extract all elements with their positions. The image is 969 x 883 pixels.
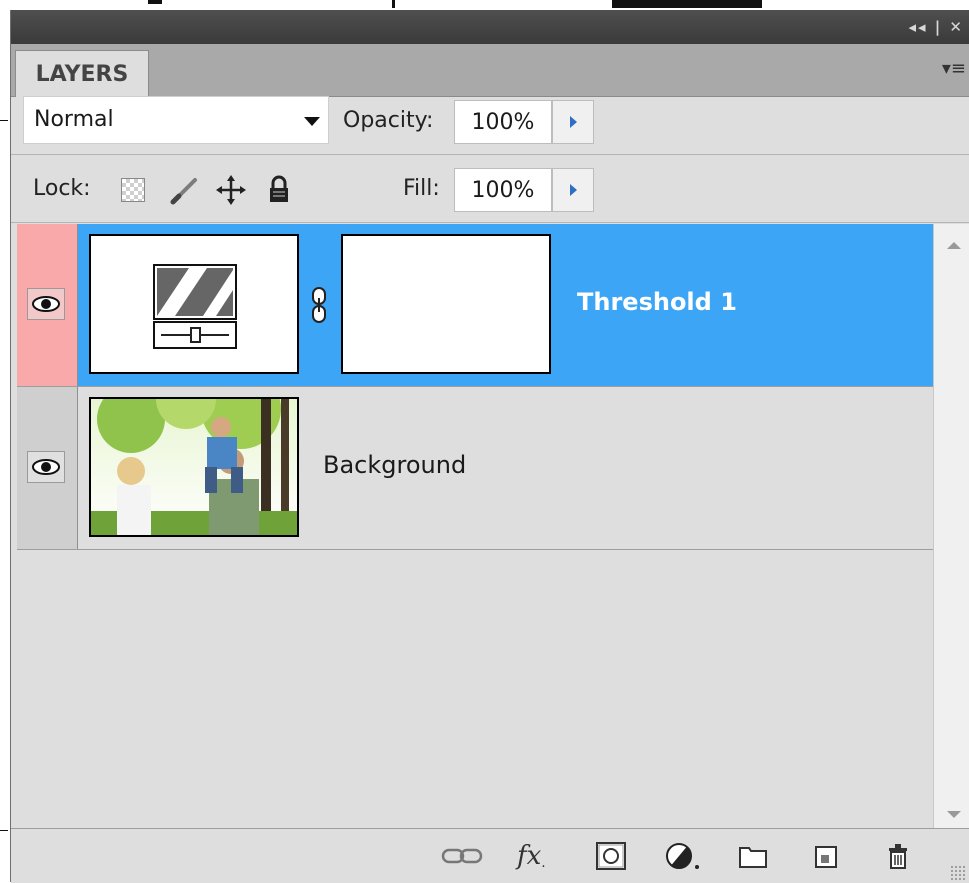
layers-panel: ◂◂ | ✕ LAYERS ▾≡ Normal Opacity: 100% Lo… bbox=[10, 10, 969, 883]
layer-mask-thumbnail[interactable] bbox=[341, 234, 551, 374]
blend-mode-value: Normal bbox=[34, 107, 114, 132]
fill-field[interactable]: 100% bbox=[454, 168, 552, 212]
tab-layers[interactable]: LAYERS bbox=[15, 50, 149, 97]
triangle-right-icon bbox=[569, 184, 577, 196]
visibility-cell[interactable] bbox=[17, 224, 78, 386]
mask-link-icon[interactable] bbox=[309, 286, 329, 326]
threshold-adjustment-icon bbox=[153, 264, 237, 349]
layer-name[interactable]: Background bbox=[323, 451, 466, 479]
fill-label: Fill: bbox=[403, 176, 440, 201]
visibility-cell[interactable] bbox=[17, 387, 78, 549]
canvas-edge-mark bbox=[148, 0, 162, 4]
eye-icon bbox=[32, 296, 60, 312]
divider bbox=[11, 154, 969, 155]
canvas-edge-mark bbox=[0, 830, 8, 831]
fill-slider-button[interactable] bbox=[552, 168, 594, 212]
panel-footer: fx. bbox=[11, 828, 969, 883]
opacity-field[interactable]: 100% bbox=[454, 100, 552, 144]
lock-position-icon[interactable] bbox=[215, 174, 247, 206]
layers-scrollbar[interactable] bbox=[933, 224, 969, 828]
canvas-edge-mark bbox=[612, 0, 762, 8]
panel-tabbar: LAYERS ▾≡ bbox=[11, 44, 969, 97]
panel-titlebar[interactable]: ◂◂ | ✕ bbox=[11, 10, 969, 44]
blend-mode-dropdown[interactable]: Normal bbox=[23, 96, 329, 144]
resize-grip[interactable] bbox=[950, 865, 966, 881]
triangle-right-icon bbox=[569, 116, 577, 128]
layer-row-background[interactable]: Background bbox=[17, 369, 933, 550]
visibility-toggle[interactable] bbox=[27, 451, 65, 483]
lock-transparent-pixels-icon[interactable] bbox=[121, 178, 145, 202]
layers-list: Threshold 1 Background bbox=[17, 224, 933, 828]
layer-row-threshold-1[interactable]: Threshold 1 bbox=[17, 224, 933, 387]
family-photo-image bbox=[91, 369, 297, 535]
canvas-edge-mark bbox=[392, 0, 395, 8]
add-mask-icon[interactable] bbox=[595, 841, 627, 871]
panel-menu-icon[interactable]: ▾≡ bbox=[942, 58, 966, 79]
link-layers-icon[interactable] bbox=[439, 841, 487, 871]
chevron-down-icon bbox=[304, 117, 320, 126]
new-layer-icon[interactable] bbox=[811, 841, 841, 871]
opacity-label: Opacity: bbox=[343, 108, 434, 133]
canvas-edge-mark bbox=[0, 120, 8, 121]
fx-icon[interactable]: fx. bbox=[517, 841, 546, 871]
scroll-down-arrow-icon[interactable] bbox=[947, 811, 961, 818]
opacity-slider-button[interactable] bbox=[552, 100, 594, 144]
lock-all-icon[interactable] bbox=[265, 174, 293, 206]
layer-name[interactable]: Threshold 1 bbox=[577, 288, 737, 316]
lock-label: Lock: bbox=[33, 176, 91, 201]
lock-image-pixels-icon[interactable] bbox=[169, 174, 201, 206]
trash-icon[interactable] bbox=[883, 841, 913, 871]
group-icon[interactable] bbox=[737, 841, 769, 871]
adjustment-thumbnail[interactable] bbox=[89, 234, 299, 374]
eye-icon bbox=[32, 459, 60, 475]
visibility-toggle[interactable] bbox=[27, 288, 65, 320]
image-thumbnail[interactable] bbox=[89, 369, 299, 537]
divider bbox=[11, 222, 969, 223]
collapse-close-controls[interactable]: ◂◂ | ✕ bbox=[908, 18, 964, 36]
scroll-up-arrow-icon[interactable] bbox=[947, 242, 961, 249]
adjustment-layer-icon[interactable] bbox=[665, 841, 705, 871]
